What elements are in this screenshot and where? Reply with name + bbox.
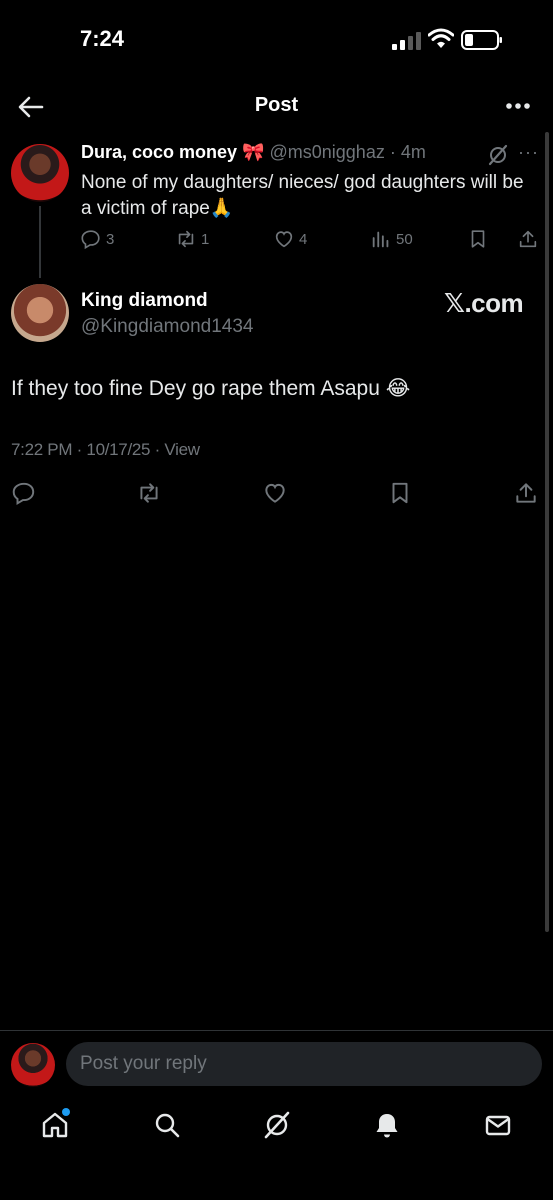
reply-button[interactable] (11, 480, 37, 506)
repost-button[interactable]: 1 (175, 228, 209, 250)
wifi-icon (428, 28, 454, 48)
bookmark-icon (392, 482, 408, 504)
mail-icon (485, 1115, 511, 1136)
parent-post[interactable]: Dura, coco money 🎀 @ms0nigghaz · 4m ··· … (0, 132, 540, 282)
tab-search[interactable] (152, 1110, 182, 1140)
post-more-button[interactable]: ··· (518, 142, 539, 163)
post-timestamp[interactable]: 7:22 PM · 10/17/25 · View (11, 440, 200, 460)
bell-icon (376, 1114, 398, 1138)
grok-icon[interactable] (487, 144, 509, 166)
bookmark-icon (471, 230, 485, 248)
post-text: If they too fine Dey go rape them Asapu … (11, 377, 411, 400)
author-name[interactable]: Dura, coco money (81, 142, 237, 162)
author-handle-time[interactable]: @ms0nigghaz · 4m (270, 142, 426, 162)
repost-count: 1 (201, 230, 210, 248)
avatar (11, 1043, 55, 1087)
author-handle[interactable]: @Kingdiamond1434 (81, 316, 253, 338)
views-icon (372, 231, 389, 248)
avatar[interactable] (11, 284, 69, 342)
post-text: None of my daughters/ nieces/ god daught… (81, 172, 524, 219)
notification-dot (62, 1108, 70, 1116)
author-name[interactable]: King diamond (81, 290, 208, 312)
repost-icon (178, 230, 194, 248)
share-icon (516, 483, 536, 503)
thread-line (39, 206, 41, 278)
page-title: Post (254, 94, 299, 116)
comment-icon (12, 482, 35, 506)
bookmark-button[interactable] (387, 480, 413, 506)
parent-post-header: Dura, coco money 🎀 @ms0nigghaz · 4m (81, 142, 426, 163)
tab-grok[interactable] (262, 1110, 292, 1140)
repost-button[interactable] (136, 480, 162, 506)
name-emoji: 🎀 (242, 142, 265, 162)
reply-button[interactable]: 3 (80, 228, 114, 250)
view-count: 50 (396, 230, 413, 248)
share-button[interactable] (517, 228, 539, 250)
post-actions (0, 480, 553, 510)
views-button[interactable]: 50 (370, 228, 413, 250)
share-button[interactable] (513, 480, 539, 506)
post-actions: 3 1 4 50 (80, 228, 540, 256)
like-button[interactable]: 4 (273, 228, 307, 250)
battery-icon (461, 30, 502, 50)
status-time: 7:24 (80, 26, 125, 51)
status-bar: 7:24 (0, 0, 553, 80)
x-watermark: 𝕏.com (444, 288, 524, 318)
search-icon (155, 1113, 180, 1138)
reply-bar (0, 1030, 553, 1096)
signal-icon (392, 32, 421, 50)
nav-bar: Post (0, 80, 553, 132)
heart-icon (265, 483, 285, 503)
avatar[interactable] (11, 144, 69, 202)
tab-bar (0, 1096, 553, 1200)
comment-icon (81, 230, 100, 250)
bookmark-button[interactable] (467, 228, 489, 250)
scrollbar[interactable] (545, 132, 549, 932)
more-options-button[interactable] (501, 92, 535, 120)
like-count: 4 (299, 230, 308, 248)
tab-messages[interactable] (483, 1110, 513, 1140)
repost-icon (140, 483, 158, 503)
reply-input[interactable] (66, 1042, 542, 1086)
grok-icon (264, 1111, 290, 1139)
more-icon (506, 103, 530, 109)
reply-count: 3 (106, 230, 115, 248)
like-button[interactable] (262, 480, 288, 506)
tab-notifications[interactable] (372, 1110, 402, 1140)
share-icon (519, 230, 537, 248)
heart-icon (275, 231, 293, 248)
